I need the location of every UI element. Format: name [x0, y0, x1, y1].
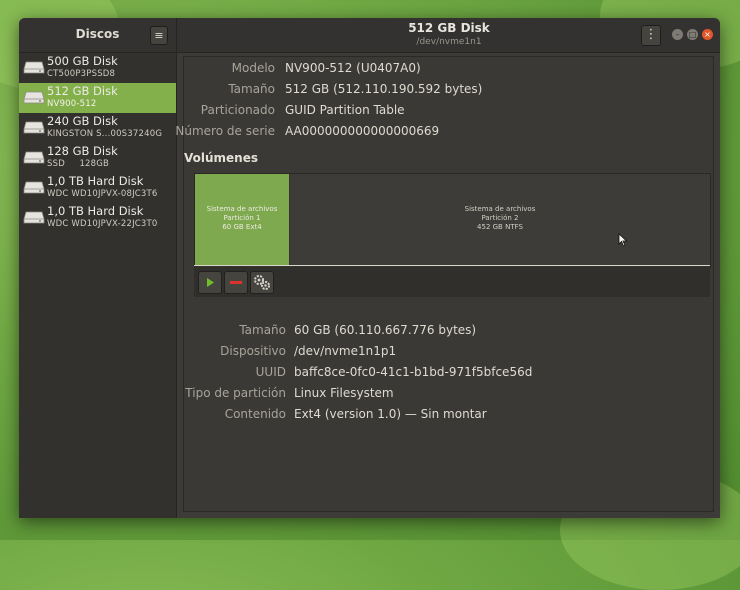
- mouse-pointer-icon: [618, 233, 628, 247]
- close-button[interactable]: ×: [702, 29, 713, 40]
- partition-size-row: Tamaño 60 GB (60.110.667.776 bytes): [184, 323, 704, 339]
- disk-name: 128 GB Disk: [47, 144, 118, 158]
- partition-1-name: Partición 1: [223, 214, 261, 222]
- disk-item[interactable]: 240 GB Disk KINGSTON S...00S37240G: [19, 113, 176, 143]
- volume-divider: [194, 265, 710, 266]
- disk-item-selected[interactable]: 512 GB Disk NV900-512: [19, 83, 176, 113]
- hard-disk-icon: [23, 91, 45, 104]
- disk-item[interactable]: 128 GB Disk SSD 128GB: [19, 143, 176, 173]
- disk-size-value: 512 GB (512.110.190.592 bytes): [285, 82, 483, 96]
- partition-1-size: 60 GB Ext4: [222, 223, 262, 231]
- maximize-button[interactable]: □: [687, 29, 698, 40]
- disk-model-row: Modelo NV900-512 (U0407A0): [184, 61, 684, 77]
- disk-size-row: Tamaño 512 GB (512.110.190.592 bytes): [184, 82, 684, 98]
- disk-model: WDC WD10JPVX-08JC3T6: [47, 189, 158, 199]
- disk-model-label: Modelo: [231, 61, 275, 75]
- disk-model: KINGSTON S...00S37240G: [47, 129, 163, 139]
- partition-2-label: Sistema de archivos Partición 2 452 GB N…: [290, 205, 710, 232]
- partitioning-row: Particionado GUID Partition Table: [184, 103, 684, 119]
- close-icon: ×: [704, 30, 711, 39]
- partition-type-label: Tipo de partición: [185, 386, 286, 400]
- partition-size-value: 60 GB (60.110.667.776 bytes): [294, 323, 477, 337]
- hamburger-menu-button[interactable]: ≡: [150, 26, 168, 45]
- serial-number-label: Número de serie: [175, 124, 275, 138]
- partition-toolbar: [194, 267, 710, 297]
- delete-partition-button[interactable]: [224, 271, 248, 294]
- device-row: Dispositivo /dev/nvme1n1p1: [184, 344, 704, 360]
- uuid-label: UUID: [255, 365, 286, 379]
- window-title: 512 GB Disk: [408, 21, 490, 35]
- contents-row: Contenido Ext4 (version 1.0) — Sin monta…: [184, 407, 704, 423]
- disk-model: NV900-512: [47, 99, 97, 109]
- mount-button[interactable]: [198, 271, 222, 294]
- disk-name: 500 GB Disk: [47, 54, 118, 68]
- partition-2-block[interactable]: Sistema de archivos Partición 2 452 GB N…: [290, 174, 710, 266]
- uuid-row: UUID baffc8ce-0fc0-41c1-b1bd-971f5bfce56…: [184, 365, 704, 381]
- partitioning-value: GUID Partition Table: [285, 103, 405, 117]
- header-bar: Discos ≡ 512 GB Disk /dev/nvme1n1 ⋮ – □ …: [19, 18, 720, 53]
- disk-item[interactable]: 500 GB Disk CT500P3PSSD8: [19, 53, 176, 83]
- disk-model: CT500P3PSSD8: [47, 69, 116, 79]
- hard-disk-icon: [23, 61, 45, 74]
- minus-icon: [230, 281, 242, 284]
- uuid-value: baffc8ce-0fc0-41c1-b1bd-971f5bfce56d: [294, 365, 533, 379]
- hard-disk-icon: [23, 181, 45, 194]
- hard-disk-icon: [23, 211, 45, 224]
- minimize-icon: –: [675, 30, 680, 39]
- contents-value: Ext4 (version 1.0) — Sin montar: [294, 407, 487, 421]
- more-actions-button[interactable]: [250, 271, 274, 294]
- device-value: /dev/nvme1n1p1: [294, 344, 397, 358]
- partition-type-value: Linux Filesystem: [294, 386, 394, 400]
- disk-name: 1,0 TB Hard Disk: [47, 204, 144, 218]
- partition-2-size: 452 GB NTFS: [477, 223, 523, 231]
- disk-name: 1,0 TB Hard Disk: [47, 174, 144, 188]
- partitioning-label: Particionado: [200, 103, 275, 117]
- partition-2-type: Sistema de archivos: [464, 205, 536, 213]
- play-icon: [207, 278, 214, 287]
- hamburger-icon: ≡: [154, 29, 164, 42]
- hard-disk-icon: [23, 151, 45, 164]
- serial-number-row: Número de serie AA000000000000000669: [175, 124, 684, 140]
- kebab-icon: ⋮: [644, 27, 658, 42]
- disk-model: SSD 128GB: [47, 159, 110, 169]
- minimize-button[interactable]: –: [672, 29, 683, 40]
- disk-details-panel: Modelo NV900-512 (U0407A0) Tamaño 512 GB…: [175, 56, 714, 512]
- sidebar-header: Discos ≡: [19, 18, 177, 52]
- partition-1-block[interactable]: Sistema de archivos Partición 1 60 GB Ex…: [195, 174, 289, 266]
- drive-options-button[interactable]: ⋮: [641, 25, 661, 46]
- disk-model-value: NV900-512 (U0407A0): [285, 61, 421, 75]
- disk-list: 500 GB Disk CT500P3PSSD8 512 GB Disk NV9…: [19, 53, 177, 518]
- disk-item[interactable]: 1,0 TB Hard Disk WDC WD10JPVX-22JC3T0: [19, 203, 176, 233]
- partition-1-label: Sistema de archivos Partición 1 60 GB Ex…: [195, 205, 289, 232]
- disks-window: Discos ≡ 512 GB Disk /dev/nvme1n1 ⋮ – □ …: [19, 18, 720, 518]
- partition-1-type: Sistema de archivos: [206, 205, 278, 213]
- serial-number-value: AA000000000000000669: [285, 124, 440, 138]
- disk-name: 240 GB Disk: [47, 114, 118, 128]
- partition-size-label: Tamaño: [239, 323, 286, 337]
- hard-disk-icon: [23, 121, 45, 134]
- maximize-icon: □: [688, 30, 697, 39]
- volumes-heading: Volúmenes: [184, 151, 258, 165]
- gears-icon: [254, 275, 270, 290]
- volume-map: Sistema de archivos Partición 1 60 GB Ex…: [194, 173, 711, 268]
- disk-item[interactable]: 1,0 TB Hard Disk WDC WD10JPVX-08JC3T6: [19, 173, 176, 203]
- partition-type-row: Tipo de partición Linux Filesystem: [184, 386, 704, 402]
- disk-model: WDC WD10JPVX-22JC3T0: [47, 219, 158, 229]
- contents-label: Contenido: [224, 407, 286, 421]
- window-subtitle: /dev/nvme1n1: [416, 37, 482, 47]
- partition-2-name: Partición 2: [481, 214, 519, 222]
- device-label: Dispositivo: [220, 344, 286, 358]
- disk-name: 512 GB Disk: [47, 84, 118, 98]
- disk-size-label: Tamaño: [228, 82, 275, 96]
